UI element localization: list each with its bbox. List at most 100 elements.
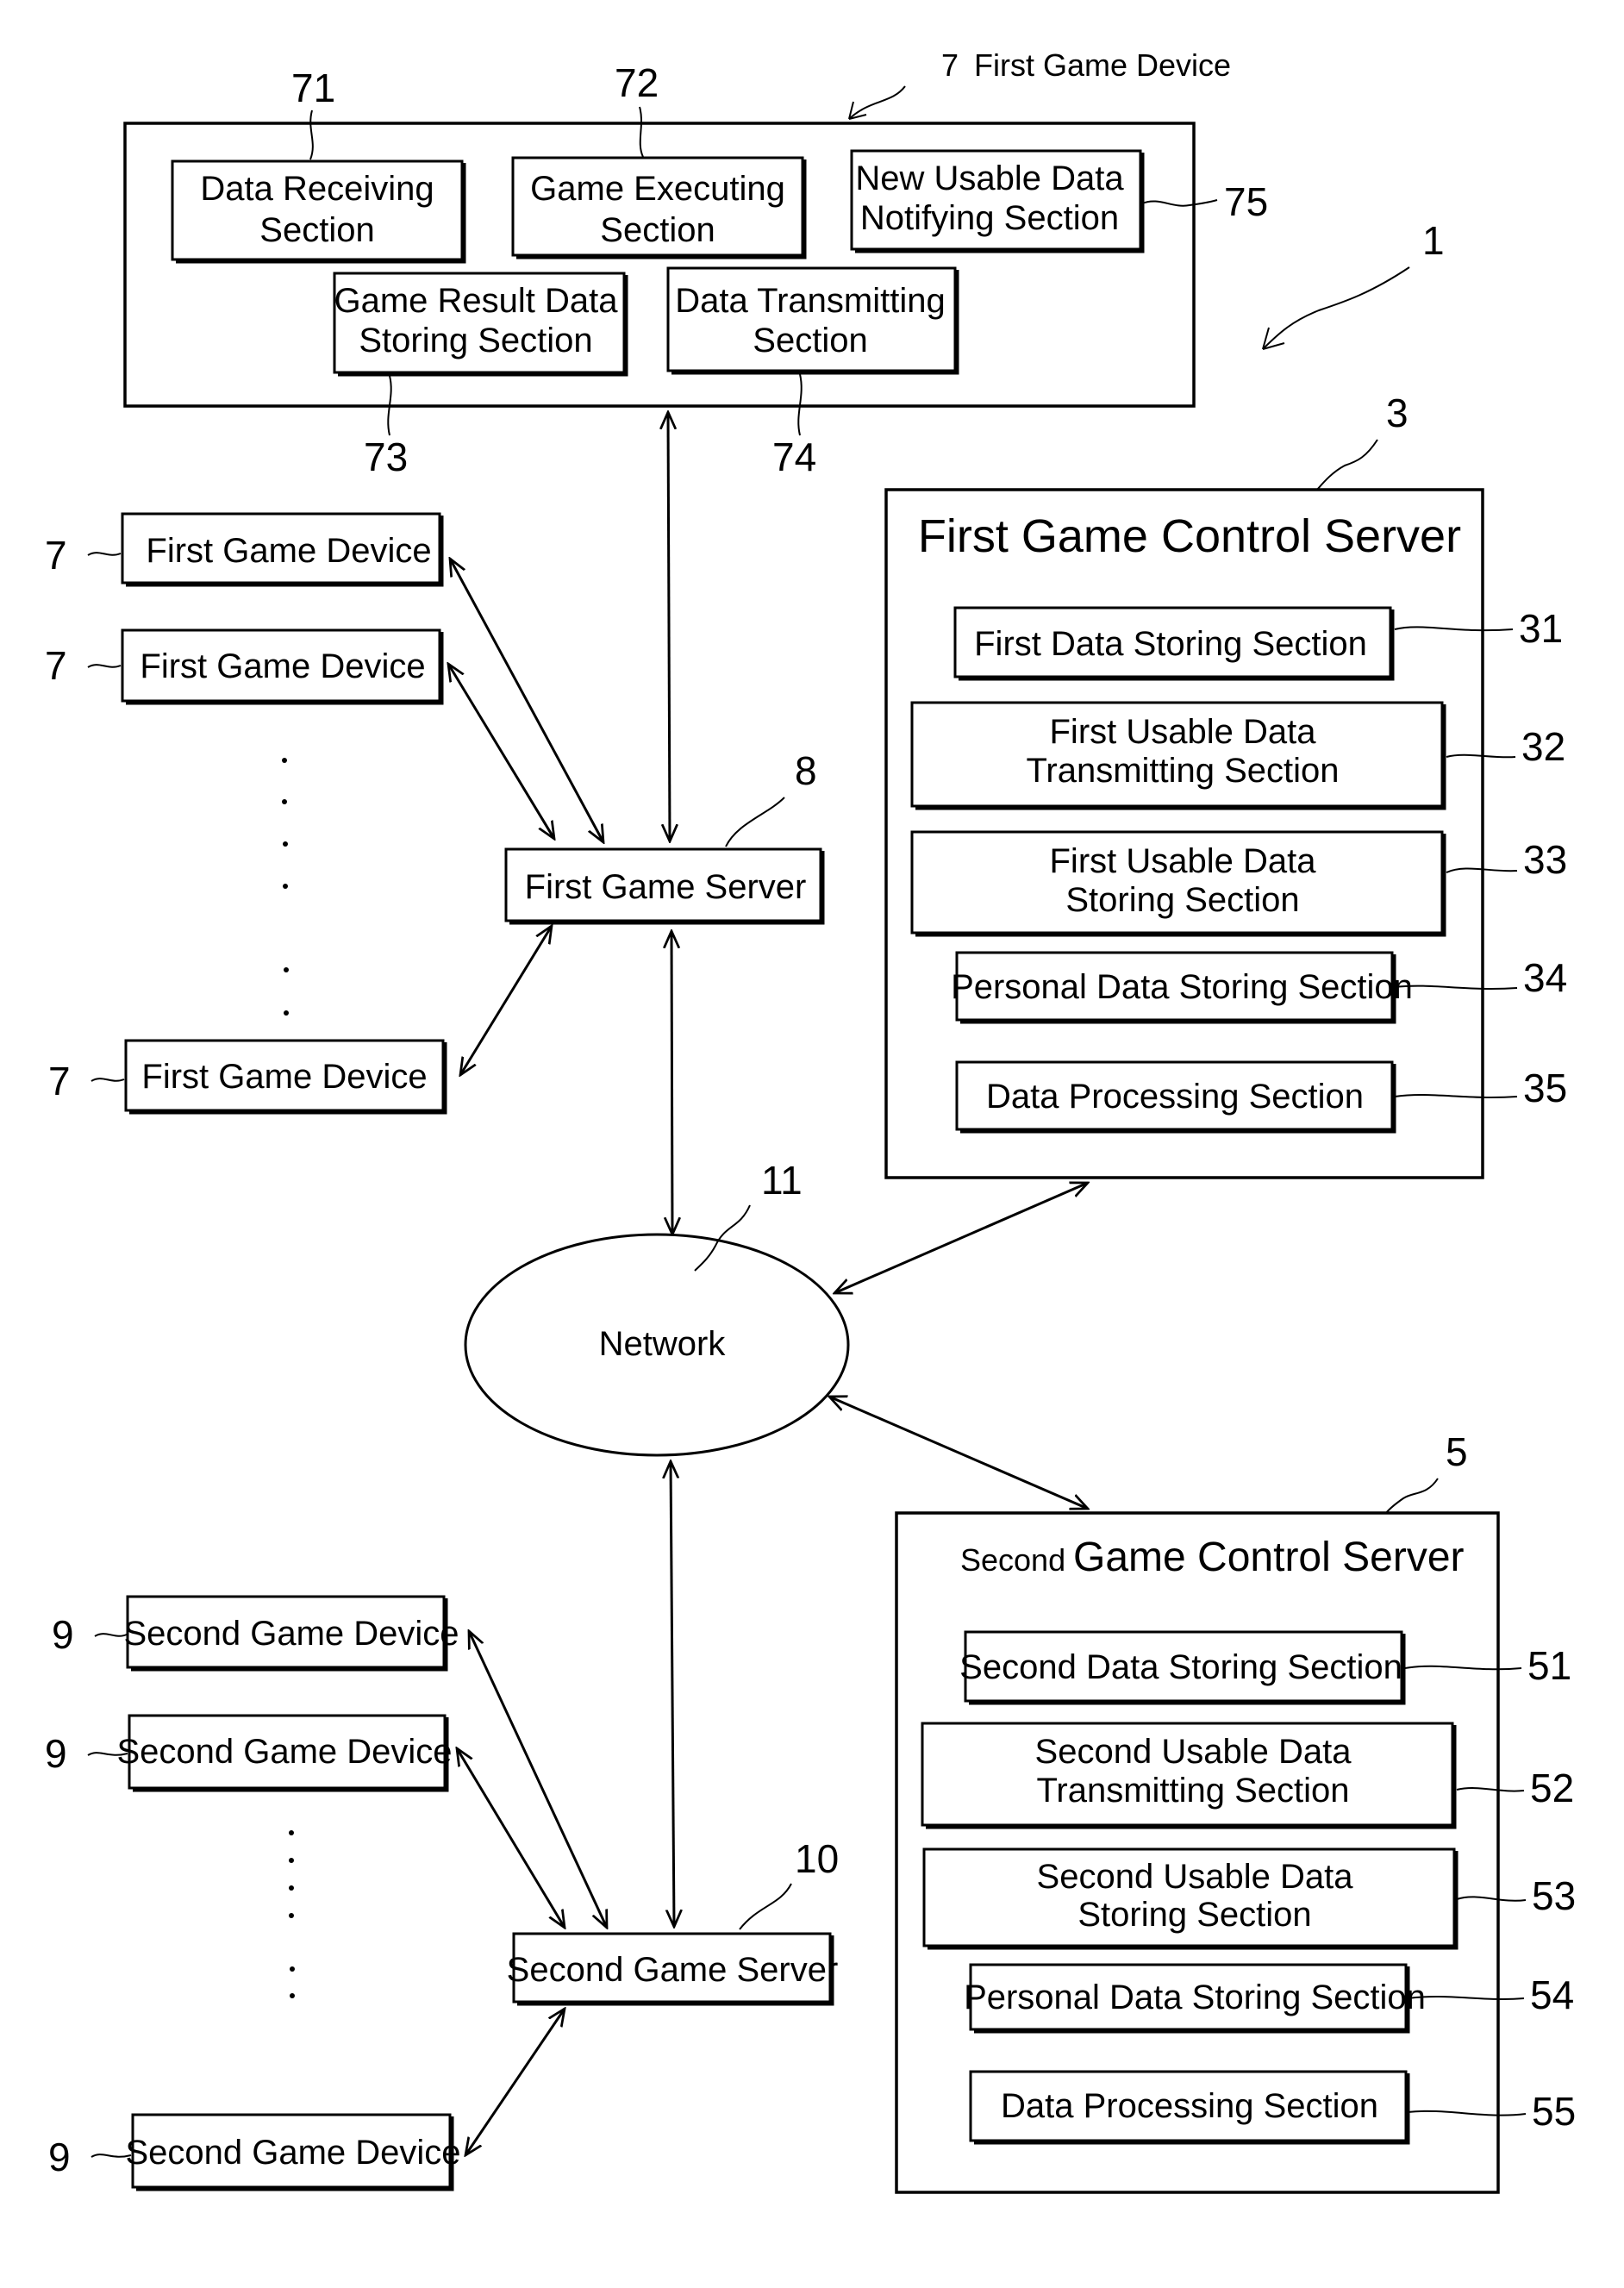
second-game-server-ref: 10 (795, 1836, 839, 1881)
system-ref-leader (1262, 266, 1410, 350)
second-game-device-1-ref: 9 (52, 1612, 74, 1657)
first-game-device-1-ref: 7 (45, 533, 67, 578)
first-game-server-leader (725, 797, 785, 847)
svg-text:Personal Data Storing Section: Personal Data Storing Section (951, 968, 1413, 1006)
ref-34-leader (1394, 985, 1518, 990)
personal-data-storing-section-2: Personal Data Storing Section (964, 1963, 1426, 2034)
svg-text:Second Usable Data: Second Usable Data (1035, 1733, 1352, 1771)
network: Network (464, 1233, 850, 1457)
link-network-to-second-control-server (829, 1397, 1088, 1509)
first-game-device-1-leader (87, 552, 122, 556)
svg-text:Second Game Device: Second Game Device (123, 1615, 459, 1653)
ref-75: 75 (1224, 179, 1268, 224)
svg-text:Game Executing: Game Executing (530, 170, 785, 208)
svg-text:Data Receiving: Data Receiving (200, 170, 434, 208)
game-executing-section: Game Executing Section (511, 156, 807, 259)
ref-34: 34 (1523, 955, 1567, 1000)
first-game-device-title: First Game Device (974, 47, 1231, 83)
svg-text:Storing Section: Storing Section (359, 322, 592, 359)
data-processing-section-1: Data Processing Section (955, 1060, 1396, 1134)
first-game-device-ref: 7 (941, 47, 959, 83)
second-usable-data-transmitting-section: Second Usable Data Transmitting Section (921, 1722, 1457, 1829)
first-usable-data-transmitting-section: First Usable Data Transmitting Section (910, 701, 1446, 810)
first-usable-data-storing-section: First Usable Data Storing Section (910, 830, 1446, 937)
data-receiving-section: Data Receiving Section (171, 159, 466, 264)
svg-text:Storing Section: Storing Section (1065, 881, 1299, 919)
svg-text:Section: Section (259, 211, 374, 249)
svg-text:First Usable Data: First Usable Data (1050, 713, 1317, 751)
second-game-device-1-leader (94, 1633, 128, 1637)
second-usable-data-storing-section: Second Usable Data Storing Section (922, 1847, 1458, 1950)
second-game-control-server-leader (1385, 1478, 1439, 1514)
link-second-device-3-to-second-server (465, 2009, 565, 2155)
first-game-device-3: First Game Device (124, 1039, 447, 1115)
svg-text:Second Game Device: Second Game Device (116, 1733, 452, 1771)
svg-text:First Data Storing Section: First Data Storing Section (974, 625, 1367, 663)
ref-71-leader (309, 109, 314, 160)
game-result-data-storing-section: Game Result Data Storing Section (333, 272, 628, 377)
svg-text:Notifying Section: Notifying Section (860, 199, 1119, 237)
svg-text:Personal Data Storing Section: Personal Data Storing Section (964, 1979, 1426, 2016)
first-game-device-2-ref: 7 (45, 643, 67, 688)
first-game-device-detail: 7 First Game Device Data Receiving Secti… (123, 47, 1268, 479)
svg-text:Data Transmitting: Data Transmitting (675, 282, 945, 320)
link-first-device-2-to-first-server (448, 664, 554, 839)
second-game-server: Second Game Server (507, 1932, 839, 2006)
first-game-device-2: First Game Device (121, 628, 444, 705)
second-game-control-server-ref: 5 (1446, 1429, 1468, 1474)
second-game-device-1: Second Game Device (123, 1595, 459, 1672)
ref-54: 54 (1530, 1972, 1574, 2017)
svg-text:Game Result Data: Game Result Data (334, 282, 618, 320)
svg-text:First Game Device: First Game Device (146, 532, 431, 570)
data-processing-section-2: Data Processing Section (969, 2070, 1410, 2145)
svg-text:First Game Device: First Game Device (140, 647, 425, 685)
svg-text:Data Processing Section: Data Processing Section (1001, 2087, 1378, 2125)
svg-text:First Usable Data: First Usable Data (1050, 842, 1317, 880)
svg-text:Section: Section (753, 322, 867, 359)
link-second-device-2-to-second-server (457, 1748, 565, 1928)
svg-text:Second Usable Data: Second Usable Data (1037, 1858, 1354, 1896)
second-data-storing-section: Second Data Storing Section (959, 1630, 1406, 1705)
link-network-to-second-server (671, 1461, 674, 1927)
second-game-server-leader (739, 1883, 792, 1930)
first-game-device-3-ref: 7 (48, 1059, 71, 1103)
system-ref: 1 (1422, 218, 1445, 263)
svg-text:Second Data Storing Section: Second Data Storing Section (959, 1648, 1402, 1686)
link-device-detail-to-first-server (668, 412, 670, 841)
system-block-diagram: 7 First Game Device Data Receiving Secti… (45, 47, 1576, 2194)
first-game-control-server-leader (1316, 439, 1378, 491)
new-usable-data-notifying-section: New Usable Data Notifying Section (850, 149, 1145, 253)
first-game-control-server: First Game Control Server First Data Sto… (884, 488, 1484, 1179)
first-game-device-1: First Game Device (121, 512, 444, 587)
ref-55-leader (1407, 2110, 1527, 2116)
ref-72: 72 (615, 60, 659, 105)
personal-data-storing-section-1: Personal Data Storing Section (951, 951, 1413, 1024)
svg-text:Transmitting Section: Transmitting Section (1036, 1772, 1349, 1810)
ref-32-leader (1446, 753, 1516, 759)
second-game-device-3-ref: 9 (48, 2135, 71, 2179)
ref-31: 31 (1519, 606, 1563, 651)
first-game-server-ref: 8 (795, 748, 817, 793)
svg-text:First Game Device: First Game Device (141, 1058, 427, 1096)
network-ref: 11 (761, 1158, 803, 1203)
first-data-storing-section: First Data Storing Section (953, 606, 1395, 681)
first-game-device-3-leader (91, 1078, 125, 1082)
link-first-server-to-network (671, 931, 672, 1235)
svg-text:New Usable Data: New Usable Data (855, 159, 1124, 197)
svg-text:Second Game Device: Second Game Device (125, 2134, 460, 2172)
svg-text:Second Game Server: Second Game Server (507, 1951, 839, 1989)
ref-51-leader (1404, 1665, 1522, 1671)
ref-71: 71 (291, 66, 335, 110)
svg-text:Storing Section: Storing Section (1077, 1896, 1311, 1934)
second-game-control-server-title: Game Control Server (1073, 1535, 1465, 1580)
ref-75-leader (1141, 199, 1218, 207)
ref-35: 35 (1523, 1066, 1567, 1110)
ref-53: 53 (1532, 1873, 1576, 1918)
network-label: Network (599, 1325, 727, 1363)
ref-55: 55 (1532, 2089, 1576, 2134)
link-first-device-3-to-first-server (460, 926, 552, 1075)
ref-74: 74 (772, 434, 816, 479)
ref-52-leader (1456, 1787, 1525, 1792)
first-game-device-2-leader (87, 664, 122, 668)
ref-35-leader (1394, 1094, 1518, 1098)
